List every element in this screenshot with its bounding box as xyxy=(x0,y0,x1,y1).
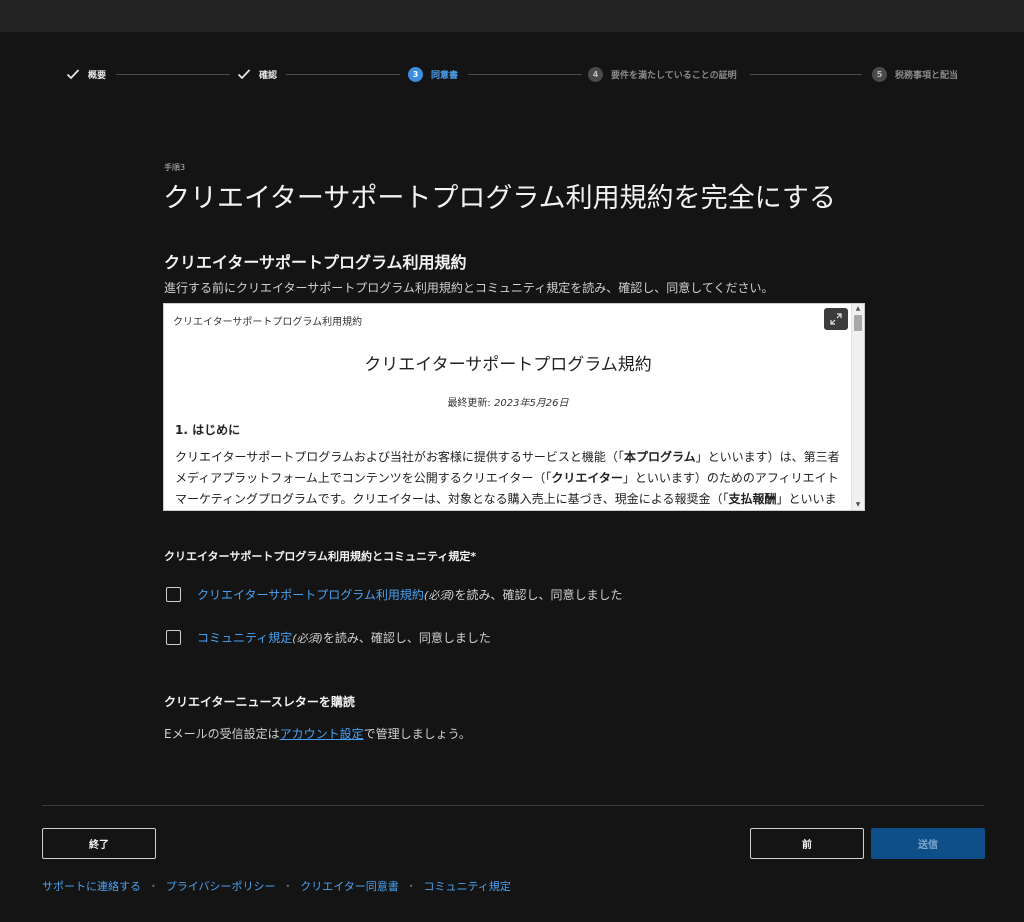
step-label: 確認 xyxy=(259,70,278,81)
document-heading: 1. はじめに xyxy=(175,423,241,437)
step-connector xyxy=(468,74,582,75)
step-label: 要件を満たしていることの証明 xyxy=(611,70,737,81)
step-number: 3 xyxy=(408,66,423,82)
community-checkbox[interactable] xyxy=(166,630,181,645)
footer-separator: • xyxy=(408,881,414,891)
step-agreement[interactable]: 3 同意書 xyxy=(408,64,458,84)
triangle-down-icon[interactable]: ▼ xyxy=(852,500,864,510)
submit-button[interactable]: 送信 xyxy=(871,828,985,859)
agreement-text: を読み、確認し、同意しました xyxy=(322,631,491,645)
community-agreement-row: コミュニティ規定 (必須) を読み、確認し、同意しました xyxy=(166,629,491,646)
document-title: クリエイターサポートプログラム規約 xyxy=(364,355,652,375)
step-label: 概要 xyxy=(88,70,107,81)
document-last-updated: 最終更新: 2023年5月26日 xyxy=(447,398,569,409)
expand-icon xyxy=(830,310,842,329)
step-tax: 5 税務事項と配当 xyxy=(872,64,958,84)
terms-checkbox[interactable] xyxy=(166,587,181,602)
document-paragraph: クリエイターサポートプログラムおよび当社がお客様に提供するサービスと機能（「本プ… xyxy=(175,450,840,506)
scroll-thumb[interactable] xyxy=(854,315,862,331)
account-settings-link[interactable]: アカウント設定 xyxy=(280,727,364,741)
check-icon xyxy=(66,67,80,81)
footer-separator: • xyxy=(285,881,291,891)
terms-scrollbar[interactable]: ▲ ▼ xyxy=(851,304,864,510)
step-connector xyxy=(116,74,230,75)
footer-links: サポートに連絡する • プライバシーポリシー • クリエイター同意書 • コミュ… xyxy=(42,878,511,894)
browser-top-bar xyxy=(0,0,1024,32)
footer-link-contact-support[interactable]: サポートに連絡する xyxy=(42,878,141,894)
step-number: 5 xyxy=(872,66,887,82)
section-description: 進行する前にクリエイターサポートプログラム利用規約とコミュニティ規定を読み、確認… xyxy=(164,281,774,295)
terms-agreement-row: クリエイターサポートプログラム利用規約 (必須) を読み、確認し、同意しました xyxy=(166,586,623,603)
check-icon xyxy=(237,67,251,81)
footer-divider xyxy=(42,805,984,806)
newsletter-description: Eメールの受信設定はアカウント設定で管理しましょう。 xyxy=(164,727,471,741)
triangle-up-icon[interactable]: ▲ xyxy=(852,304,864,314)
footer-link-community-guidelines[interactable]: コミュニティ規定 xyxy=(424,878,511,894)
footer-link-privacy-policy[interactable]: プライバシーポリシー xyxy=(166,878,276,894)
step-label: 税務事項と配当 xyxy=(895,70,959,81)
step-overview[interactable]: 概要 xyxy=(66,64,106,84)
required-marker: (必須) xyxy=(423,588,455,602)
terms-box-label: クリエイターサポートプログラム利用規約 xyxy=(173,317,363,328)
terms-document-viewer[interactable]: クリエイターサポートプログラム利用規約 クリエイターサポートプログラム規約 最終… xyxy=(163,303,865,511)
footer-link-creator-agreement[interactable]: クリエイター同意書 xyxy=(300,878,399,894)
previous-button[interactable]: 前 xyxy=(750,828,864,859)
progress-stepper: 概要 確認 3 同意書 4 要件を満たしていることの証明 5 税務事項と配当 xyxy=(66,64,966,84)
terms-link[interactable]: クリエイターサポートプログラム利用規約 xyxy=(197,586,424,603)
step-connector xyxy=(286,74,400,75)
exit-button[interactable]: 終了 xyxy=(42,828,156,859)
section-title: クリエイターサポートプログラム利用規約 xyxy=(164,253,467,272)
agreement-text: を読み、確認し、同意しました xyxy=(454,588,623,602)
step-confirm[interactable]: 確認 xyxy=(237,64,277,84)
step-label: 同意書 xyxy=(431,70,459,81)
footer-separator: • xyxy=(151,881,156,891)
newsletter-title: クリエイターニュースレターを購読 xyxy=(164,695,355,709)
expand-button[interactable] xyxy=(824,308,848,330)
required-marker: (必須) xyxy=(292,631,323,645)
step-eligibility: 4 要件を満たしていることの証明 xyxy=(588,64,737,84)
step-number: 4 xyxy=(588,66,603,82)
community-link[interactable]: コミュニティ規定 xyxy=(197,629,292,646)
step-caption: 手順3 xyxy=(164,163,186,172)
agreement-title: クリエイターサポートプログラム利用規約とコミュニティ規定* xyxy=(164,550,477,563)
step-connector xyxy=(750,74,862,75)
page-title: クリエイターサポートプログラム利用規約を完全にする xyxy=(163,183,836,214)
